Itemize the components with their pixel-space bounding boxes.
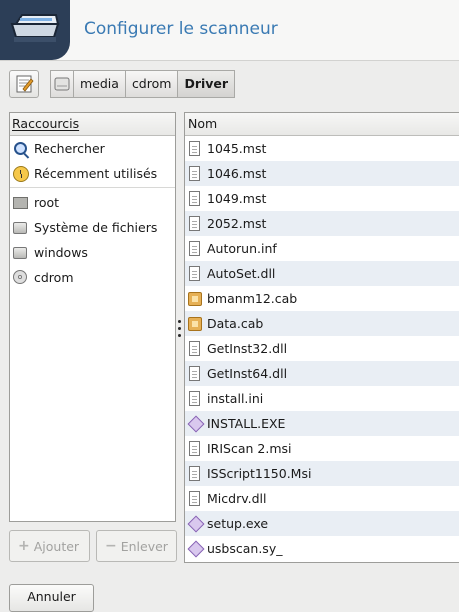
document-icon — [188, 340, 202, 357]
place-search[interactable]: Rechercher — [10, 136, 175, 161]
path-bar: media cdrom Driver — [50, 70, 236, 98]
file-name: setup.exe — [207, 516, 269, 531]
place-filesystem[interactable]: Système de fichiers — [10, 215, 175, 240]
file-row[interactable]: Data.cab — [185, 311, 459, 336]
file-name: Micdrv.dll — [207, 491, 267, 506]
file-row[interactable]: GetInst32.dll — [185, 336, 459, 361]
file-list: Nom 1045.mst 1046.mst 1049.mst 2052.mst … — [184, 112, 459, 563]
places-panel: Raccourcis Rechercher Récemment utilisés… — [9, 112, 176, 522]
file-name: 1046.mst — [207, 166, 267, 181]
file-name: ISScript1150.Msi — [207, 466, 312, 481]
file-name: Data.cab — [207, 316, 264, 331]
place-label: Récemment utilisés — [34, 166, 158, 181]
document-icon — [188, 165, 202, 182]
places-header-label: Raccourcis — [12, 116, 80, 131]
dialog-header: Configurer le scanneur — [0, 0, 459, 61]
document-icon — [188, 465, 202, 482]
file-name: bmanm12.cab — [207, 291, 298, 306]
drive-toggle-icon — [54, 77, 70, 91]
breadcrumb-driver[interactable]: Driver — [177, 70, 236, 98]
archive-icon — [188, 291, 202, 307]
file-row[interactable]: Autorun.inf — [185, 236, 459, 261]
place-windows[interactable]: windows — [10, 240, 175, 265]
file-name: IRIScan 2.msi — [207, 441, 292, 456]
file-row[interactable]: IRIScan 2.msi — [185, 436, 459, 461]
pane-splitter-handle[interactable] — [178, 320, 182, 350]
path-bar-toggle-button[interactable] — [50, 70, 74, 98]
file-name: INSTALL.EXE — [207, 416, 286, 431]
file-row[interactable]: ISScript1150.Msi — [185, 461, 459, 486]
file-row[interactable]: GetInst64.dll — [185, 361, 459, 386]
file-name: 1049.mst — [207, 191, 267, 206]
document-icon — [188, 440, 202, 457]
archive-icon — [188, 316, 202, 332]
executable-icon — [187, 415, 205, 432]
file-row[interactable]: 2052.mst — [185, 211, 459, 236]
file-row[interactable]: 1045.mst — [185, 136, 459, 161]
file-name: usbscan.sy_ — [207, 541, 283, 556]
edit-location-icon — [16, 75, 34, 93]
breadcrumb-cdrom[interactable]: cdrom — [124, 70, 179, 98]
place-label: Rechercher — [34, 141, 105, 156]
scanner-icon — [0, 0, 70, 60]
add-bookmark-label: Ajouter — [33, 538, 80, 554]
document-icon — [188, 240, 202, 257]
cancel-button[interactable]: Annuler — [9, 584, 94, 612]
file-row[interactable]: Micdrv.dll — [185, 486, 459, 511]
edit-location-button[interactable] — [9, 70, 39, 98]
file-name: GetInst64.dll — [207, 366, 288, 381]
places-header[interactable]: Raccourcis — [10, 113, 175, 136]
file-row[interactable]: usbscan.sy_ — [185, 536, 459, 561]
place-label: Système de fichiers — [34, 220, 158, 235]
cdrom-icon — [13, 269, 29, 286]
remove-bookmark-button[interactable]: − Enlever — [96, 530, 177, 562]
drive-icon — [13, 245, 29, 261]
add-bookmark-button[interactable]: + Ajouter — [9, 530, 90, 562]
file-name: AutoSet.dll — [207, 266, 276, 281]
minus-icon: − — [105, 538, 117, 554]
executable-icon — [187, 515, 205, 532]
document-icon — [188, 365, 202, 382]
document-icon — [188, 190, 202, 207]
executable-icon — [187, 540, 205, 557]
document-icon — [188, 490, 202, 507]
remove-bookmark-label: Enlever — [120, 538, 168, 554]
file-row[interactable]: bmanm12.cab — [185, 286, 459, 311]
places-separator — [10, 187, 175, 188]
file-row[interactable]: 1046.mst — [185, 161, 459, 186]
document-icon — [188, 265, 202, 282]
name-column-header[interactable]: Nom — [185, 113, 459, 136]
drive-icon — [13, 220, 29, 236]
search-icon — [13, 141, 29, 157]
recent-icon — [13, 165, 29, 182]
home-folder-icon — [13, 195, 29, 211]
place-label: root — [34, 195, 60, 210]
document-icon — [188, 140, 202, 157]
file-name: install.ini — [207, 391, 264, 406]
file-name: 1045.mst — [207, 141, 267, 156]
plus-icon: + — [18, 538, 30, 554]
file-name: GetInst32.dll — [207, 341, 288, 356]
breadcrumb-media[interactable]: media — [73, 70, 126, 98]
file-row[interactable]: AutoSet.dll — [185, 261, 459, 286]
dialog-title: Configurer le scanneur — [84, 19, 278, 39]
place-label: cdrom — [34, 270, 74, 285]
file-row[interactable]: install.ini — [185, 386, 459, 411]
place-recent[interactable]: Récemment utilisés — [10, 161, 175, 186]
place-root[interactable]: root — [10, 190, 175, 215]
document-icon — [188, 215, 202, 232]
file-name: Autorun.inf — [207, 241, 277, 256]
file-row[interactable]: INSTALL.EXE — [185, 411, 459, 436]
place-label: windows — [34, 245, 88, 260]
file-name: 2052.mst — [207, 216, 267, 231]
document-icon — [188, 390, 202, 407]
file-row[interactable]: setup.exe — [185, 511, 459, 536]
place-cdrom[interactable]: cdrom — [10, 265, 175, 290]
file-row[interactable]: 1049.mst — [185, 186, 459, 211]
